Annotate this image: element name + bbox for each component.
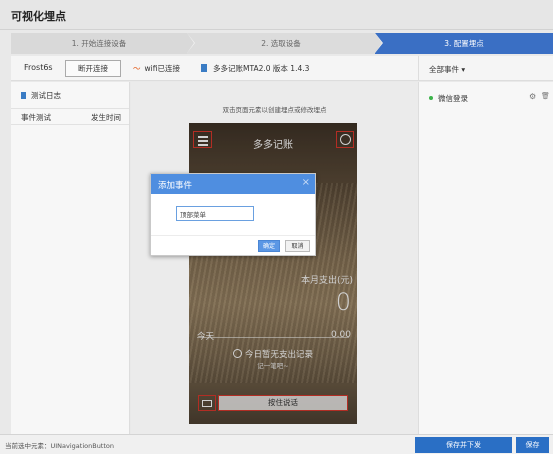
save-and-deploy-button[interactable]: 保存并下发 (415, 437, 512, 453)
event-filter-bar: 全部事件 ▾ (418, 56, 553, 81)
app-version: 多多记账MTA2.0 版本 1.4.3 (201, 63, 309, 74)
device-name: Frost6s (24, 63, 53, 72)
device-info: Frost6s (21, 63, 53, 73)
status-dot (429, 96, 433, 100)
event-filter-label: 全部事件 (429, 65, 459, 74)
event-name: 微信登录 (438, 94, 468, 103)
selected-element-status: 当前选中元素：UINavigationButton (5, 442, 115, 450)
wifi-icon: 〜 (133, 64, 141, 73)
step-indicator: 1. 开始连接设备 2. 选取设备 3. 配置埋点 (11, 33, 553, 54)
column-time: 发生时间 (91, 113, 121, 122)
cancel-button[interactable]: 取消 (285, 240, 310, 252)
dialog-title: 添加事件 (158, 181, 193, 191)
save-button[interactable]: 保存 (516, 437, 549, 453)
app-header: 可视化埋点 (0, 0, 553, 30)
event-item[interactable]: 微信登录 (429, 93, 468, 104)
app-icon (201, 64, 207, 72)
app-version-label: 多多记账MTA2.0 版本 1.4.3 (213, 64, 310, 73)
test-log-title: 测试日志 (21, 90, 61, 101)
step-configure-events[interactable]: 3. 配置埋点 (375, 33, 553, 54)
step-connect-device[interactable]: 1. 开始连接设备 (11, 33, 187, 54)
modal-backdrop (189, 123, 357, 424)
app-title: 可视化埋点 (11, 10, 66, 23)
step-separator (187, 33, 194, 53)
device-bar: Frost6s 断开连接 〜 wifi已连接 多多记账MTA2.0 版本 1.4.… (11, 56, 418, 81)
event-filter-select[interactable]: 全部事件 ▾ (429, 64, 465, 75)
dialog-header: 添加事件 × (151, 174, 315, 194)
test-log-panel: 测试日志 事件测试 发生时间 (11, 82, 130, 434)
event-list-panel: 微信登录 ⚙ 🗑 (418, 82, 553, 434)
wifi-status: 〜 wifi已连接 (133, 63, 180, 74)
confirm-button[interactable]: 确定 (258, 240, 280, 252)
close-icon[interactable]: × (302, 177, 310, 188)
wifi-label: wifi已连接 (144, 64, 180, 73)
chevron-down-icon: ▾ (459, 65, 466, 74)
column-event-test: 事件测试 (21, 113, 51, 122)
log-icon (21, 92, 26, 99)
test-log-label: 测试日志 (31, 91, 61, 100)
gear-icon[interactable]: ⚙ (529, 92, 536, 101)
test-log-header: 事件测试 发生时间 (11, 108, 129, 125)
step-select-device[interactable]: 2. 选取设备 (187, 33, 375, 54)
dialog-footer: 确定 取消 (151, 235, 315, 255)
preview-hint: 双击页面元素以创建埋点或修改埋点 (222, 106, 327, 114)
footer-bar: 当前选中元素：UINavigationButton 保存并下发 保存 (0, 434, 553, 454)
disconnect-button[interactable]: 断开连接 (65, 60, 121, 77)
add-event-dialog: 添加事件 × 确定 取消 (150, 173, 316, 256)
step-separator (375, 33, 382, 53)
trash-icon[interactable]: 🗑 (541, 92, 550, 100)
event-name-input[interactable] (176, 206, 254, 221)
